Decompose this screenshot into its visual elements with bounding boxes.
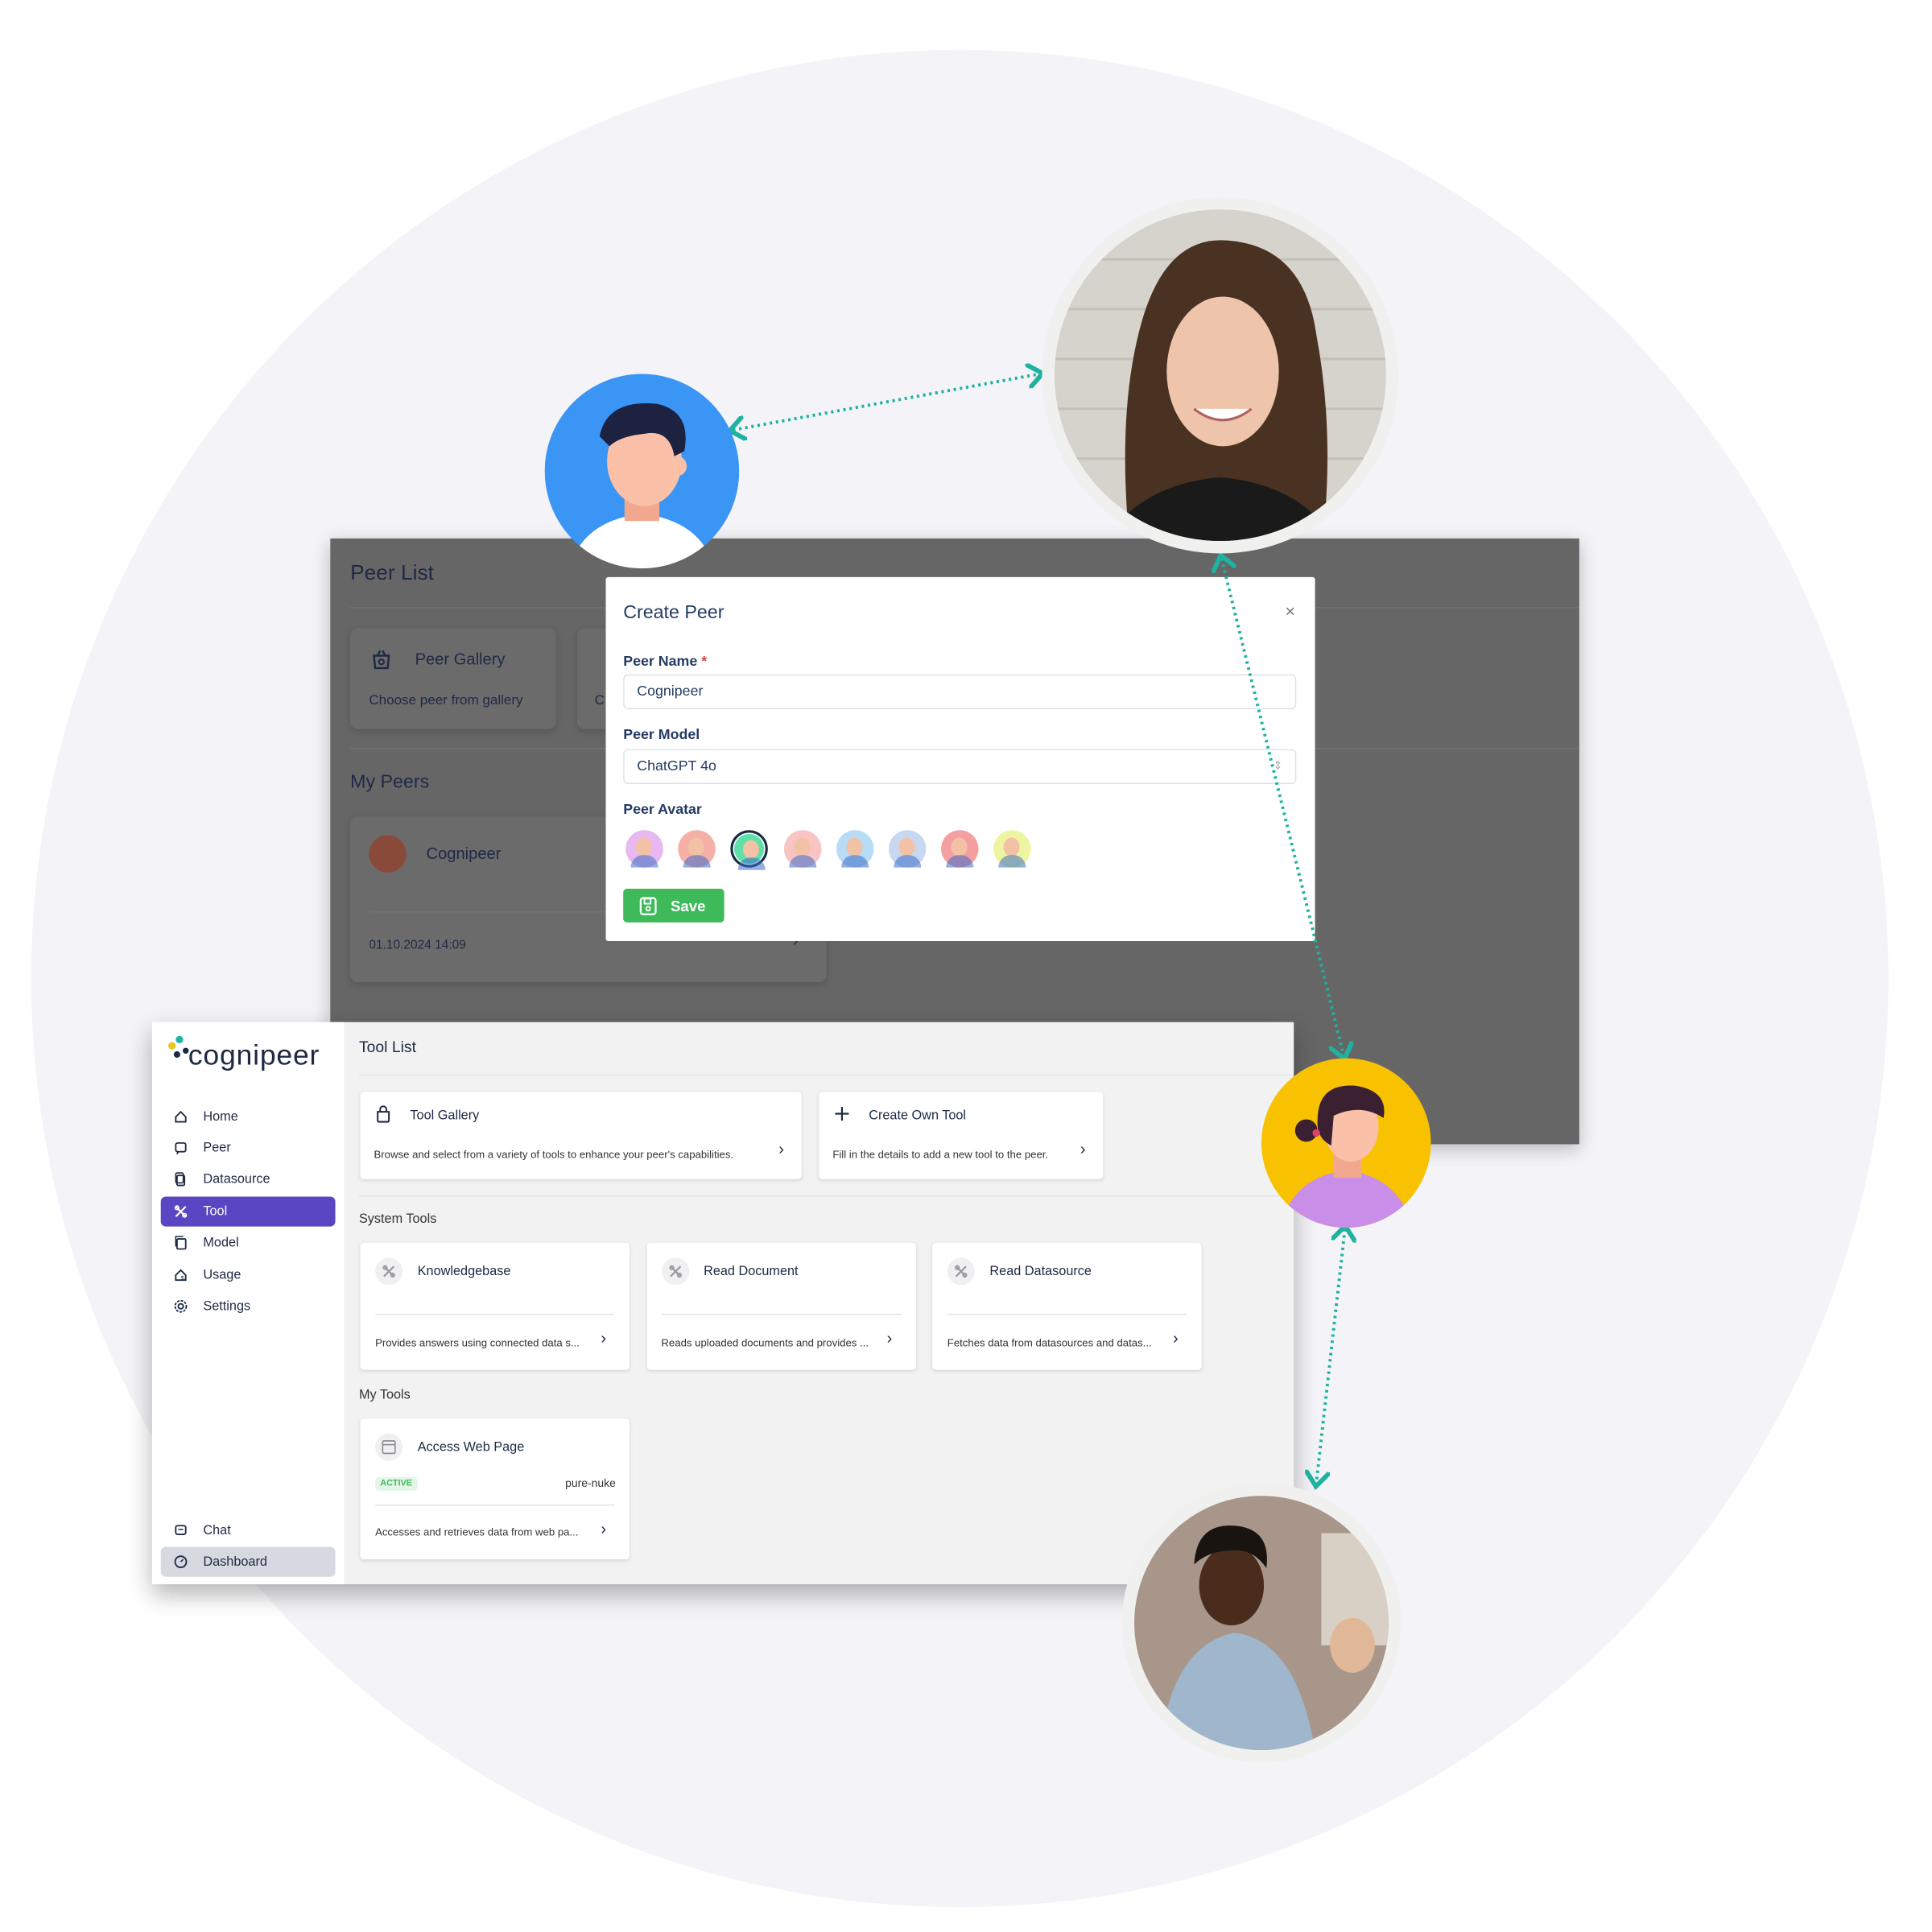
stage: Peer List Peer Gallery Choose peer from … xyxy=(0,0,1932,1932)
connector-line xyxy=(1221,559,1344,1056)
connectors xyxy=(0,0,1932,1932)
woman-photo-avatar xyxy=(1042,196,1399,554)
connector-line xyxy=(1316,1229,1345,1484)
cartoon-man-avatar xyxy=(544,374,740,569)
man-photo-avatar xyxy=(1121,1483,1402,1763)
connector-line xyxy=(733,374,1039,431)
cartoon-woman-avatar xyxy=(1261,1058,1431,1228)
